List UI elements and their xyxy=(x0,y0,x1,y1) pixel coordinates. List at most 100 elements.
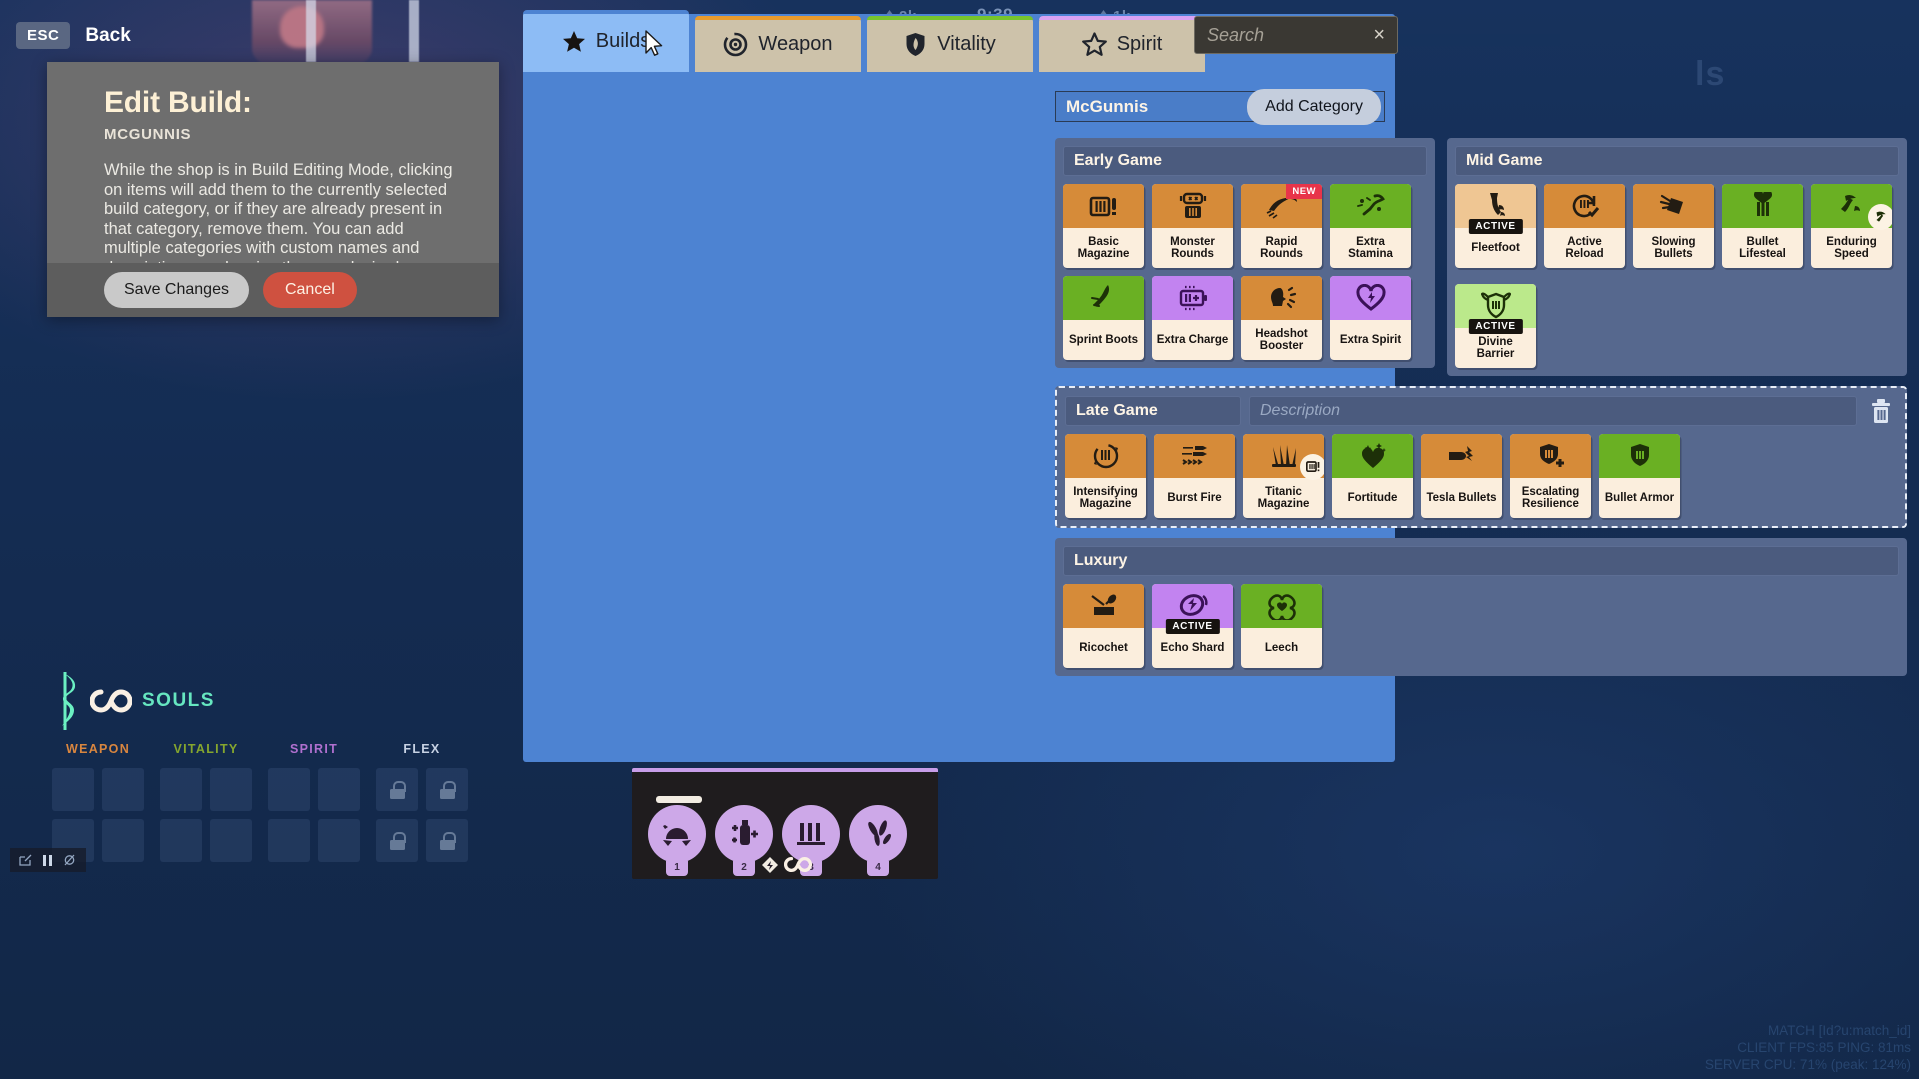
escape-row[interactable]: ESC Back xyxy=(16,22,131,49)
item-card[interactable]: Bullet Lifesteal xyxy=(1722,184,1803,268)
mute-icon[interactable] xyxy=(60,851,78,869)
item-card[interactable]: Headshot Booster xyxy=(1241,276,1322,360)
tab-spirit[interactable]: Spirit xyxy=(1039,16,1205,72)
bullet-armor-icon xyxy=(1599,434,1680,478)
item-slot[interactable] xyxy=(52,768,94,811)
item-card[interactable]: Fortitude xyxy=(1332,434,1413,518)
item-slot[interactable] xyxy=(268,768,310,811)
item-card[interactable]: Ricochet xyxy=(1063,584,1144,668)
item-slot[interactable] xyxy=(318,819,360,862)
item-name: Fortitude xyxy=(1347,491,1398,504)
search-input[interactable]: Search xyxy=(1207,25,1373,46)
item-card[interactable]: Leech xyxy=(1241,584,1322,668)
souls-label: SOULS xyxy=(142,690,215,711)
tab-weapon[interactable]: Weapon xyxy=(695,16,861,72)
save-changes-button[interactable]: Save Changes xyxy=(104,272,249,308)
item-name: Titanic Magazine xyxy=(1257,485,1310,511)
reload-icon xyxy=(1544,184,1625,228)
star-outline-icon xyxy=(1081,32,1107,56)
category-description-input[interactable]: Description xyxy=(1249,396,1857,426)
item-card[interactable]: Titanic Magazine xyxy=(1243,434,1324,518)
lifesteal-icon xyxy=(1722,184,1803,228)
dialog-subtitle: MCGUNNIS xyxy=(104,126,192,143)
item-slot-locked[interactable] xyxy=(376,819,418,862)
ability-key-1: 1 xyxy=(666,861,688,876)
item-card[interactable]: Tesla Bullets xyxy=(1421,434,1502,518)
ability-slot-2[interactable]: 2 xyxy=(715,805,773,876)
titanic-mag-icon xyxy=(1243,434,1324,480)
winged-foot-icon xyxy=(1811,184,1892,230)
active-badge: ACTIVE xyxy=(1468,219,1523,234)
item-slot[interactable] xyxy=(160,819,202,862)
category-title[interactable]: Luxury xyxy=(1063,546,1899,576)
item-card[interactable]: Basic Magazine xyxy=(1063,184,1144,268)
category-items: Ricochet ACTIVE Echo Shard Leech xyxy=(1063,584,1899,668)
star-filled-icon xyxy=(562,30,586,53)
item-name: Ricochet xyxy=(1079,641,1128,654)
souls-indicator: SOULS xyxy=(50,672,215,730)
ability-slot-3[interactable]: 3 xyxy=(782,805,840,876)
dialog-title: Edit Build: xyxy=(104,86,252,119)
item-card[interactable]: Enduring Speed xyxy=(1811,184,1892,268)
item-card[interactable]: ACTIVE Echo Shard xyxy=(1152,584,1233,668)
tab-vitality[interactable]: Vitality xyxy=(867,16,1033,72)
leech-icon xyxy=(1241,584,1322,628)
item-name: Echo Shard xyxy=(1160,641,1225,654)
item-card[interactable]: NEW Rapid Rounds xyxy=(1241,184,1322,268)
item-card[interactable]: Slowing Bullets xyxy=(1633,184,1714,268)
add-category-button[interactable]: Add Category xyxy=(1247,89,1381,125)
item-name: Tesla Bullets xyxy=(1426,491,1497,504)
close-icon[interactable]: × xyxy=(1373,25,1385,45)
item-card[interactable]: Intensifying Magazine xyxy=(1065,434,1146,518)
item-card[interactable]: Active Reload xyxy=(1544,184,1625,268)
item-slot[interactable] xyxy=(210,819,252,862)
trash-icon[interactable] xyxy=(1865,398,1897,424)
item-name: Divine Barrier xyxy=(1476,335,1515,361)
category-luxury: Luxury Ricochet ACTIVE Echo Shard Leech xyxy=(1055,538,1907,676)
category-title[interactable]: Early Game xyxy=(1063,146,1427,176)
ability-key-4: 4 xyxy=(867,861,889,876)
item-slot[interactable] xyxy=(102,819,144,862)
component-badge xyxy=(1300,454,1324,480)
tab-label: Weapon xyxy=(758,32,833,55)
item-slot[interactable] xyxy=(102,768,144,811)
item-card[interactable]: Sprint Boots xyxy=(1063,276,1144,360)
category-title-input[interactable]: Late Game xyxy=(1065,396,1241,426)
item-card[interactable]: Extra Stamina xyxy=(1330,184,1411,268)
lock-icon xyxy=(439,780,456,799)
tab-builds[interactable]: Builds xyxy=(523,10,689,72)
back-label[interactable]: Back xyxy=(85,25,130,47)
ability-slot-4[interactable]: 4 xyxy=(849,805,907,876)
ability-slot-1[interactable]: 1 xyxy=(648,805,706,876)
category-title[interactable]: Mid Game xyxy=(1455,146,1899,176)
tab-label: Vitality xyxy=(937,32,996,55)
edit-icon[interactable] xyxy=(16,851,34,869)
item-card[interactable]: Bullet Armor xyxy=(1599,434,1680,518)
ability-souls-indicator xyxy=(762,856,812,873)
item-slot-locked[interactable] xyxy=(376,768,418,811)
item-slot[interactable] xyxy=(268,819,310,862)
item-card[interactable]: Extra Spirit xyxy=(1330,276,1411,360)
item-card[interactable]: Escalating Resilience xyxy=(1510,434,1591,518)
item-card[interactable]: Monster Rounds xyxy=(1152,184,1233,268)
ability-highlight-bar xyxy=(656,796,702,803)
item-card[interactable]: Burst Fire xyxy=(1154,434,1235,518)
pause-icon[interactable] xyxy=(38,851,56,869)
item-name: Extra Charge xyxy=(1156,333,1229,346)
item-slot-locked[interactable] xyxy=(426,819,468,862)
item-slot-locked[interactable] xyxy=(426,768,468,811)
item-slot[interactable] xyxy=(318,768,360,811)
search-box[interactable]: Search × xyxy=(1194,16,1398,54)
item-slot[interactable] xyxy=(210,768,252,811)
winged-boot-icon: ACTIVE xyxy=(1455,184,1536,234)
item-name: Headshot Booster xyxy=(1255,327,1308,353)
ricochet-icon xyxy=(1063,584,1144,628)
category-items: ACTIVE Fleetfoot Active Reload Slowing B… xyxy=(1455,184,1899,368)
stat-label-flex: FLEX xyxy=(403,742,441,756)
cancel-button[interactable]: Cancel xyxy=(262,272,357,308)
item-card[interactable]: ACTIVE Divine Barrier xyxy=(1455,284,1536,368)
item-slot[interactable] xyxy=(160,768,202,811)
item-card[interactable]: ACTIVE Fleetfoot xyxy=(1455,184,1536,268)
item-card[interactable]: Extra Charge xyxy=(1152,276,1233,360)
tab-accent xyxy=(867,16,1033,20)
